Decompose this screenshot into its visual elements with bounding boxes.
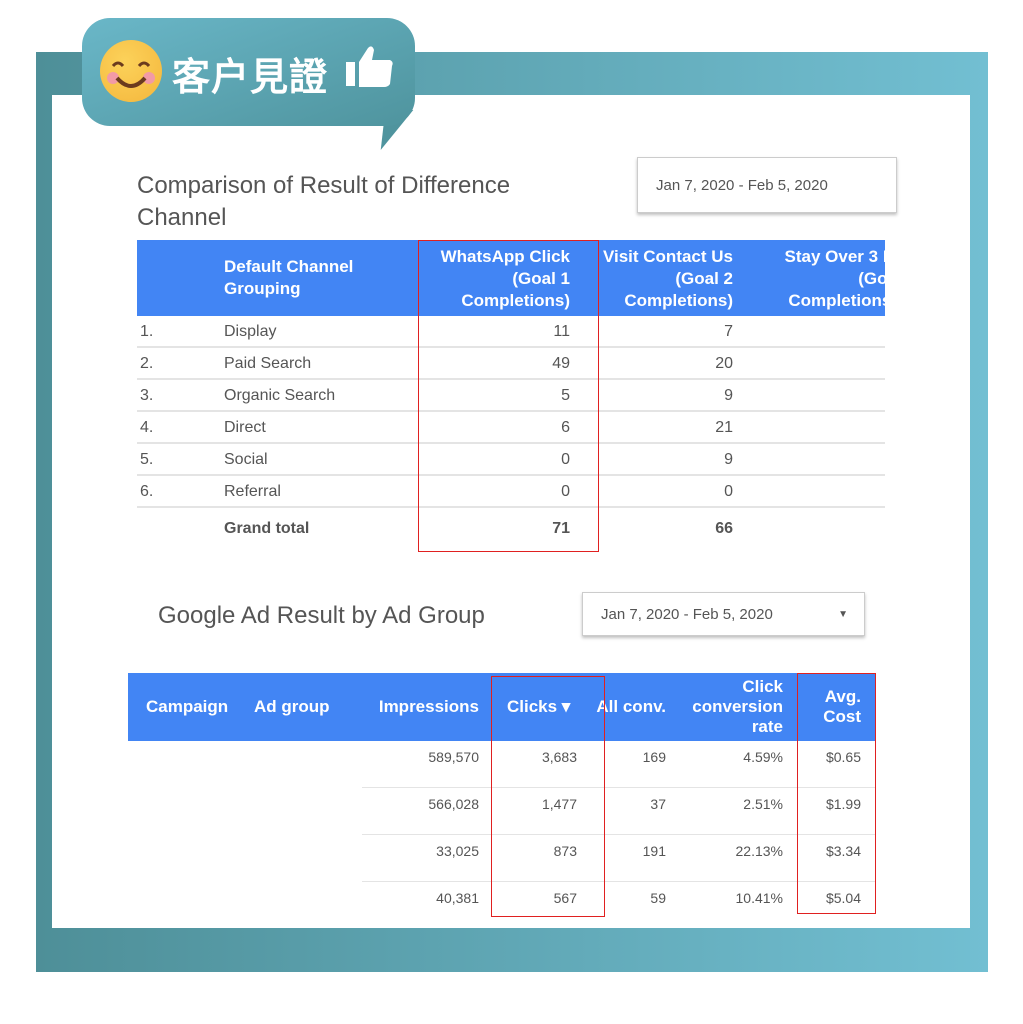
- impressions-value: 566,028: [428, 796, 479, 812]
- impressions-value: 33,025: [436, 843, 479, 859]
- goal2-value: 9: [724, 387, 733, 404]
- header-click-conversion-rate[interactable]: Click conversion rate: [683, 677, 783, 737]
- row-index: 5.: [140, 451, 154, 468]
- conversion-rate-value: 2.51%: [743, 796, 783, 812]
- smiley-icon: [100, 40, 162, 102]
- goal2-value: 7: [724, 323, 733, 340]
- highlight-box-goal1: [418, 240, 599, 552]
- channel-name: Referral: [224, 483, 281, 500]
- channel-name: Direct: [224, 419, 266, 436]
- row-index: 2.: [140, 355, 154, 372]
- conversion-rate-value: 10.41%: [735, 890, 783, 906]
- table2-date-range-dropdown[interactable]: Jan 7, 2020 - Feb 5, 2020 ▼: [582, 592, 865, 636]
- conversion-rate-value: 4.59%: [743, 749, 783, 765]
- header-campaign[interactable]: Campaign: [146, 697, 228, 717]
- table1-date-range-picker[interactable]: Jan 7, 2020 - Feb 5, 2020: [637, 157, 897, 213]
- channel-name: Paid Search: [224, 355, 312, 372]
- goal2-total: 66: [715, 520, 733, 537]
- date-range-text: Jan 7, 2020 - Feb 5, 2020: [656, 176, 828, 194]
- conversion-rate-value: 22.13%: [735, 843, 783, 859]
- goal2-value: 20: [715, 355, 733, 372]
- row-index: 1.: [140, 323, 154, 340]
- date-range-text: Jan 7, 2020 - Feb 5, 2020: [601, 605, 773, 623]
- highlight-box-clicks: [491, 676, 605, 917]
- thumbs-up-icon: [346, 44, 396, 98]
- header-goal3[interactable]: Stay Over 3 M (Goa Completions): [757, 246, 885, 312]
- goal2-value: 9: [724, 451, 733, 468]
- table2-title: Google Ad Result by Ad Group: [158, 602, 485, 629]
- impressions-value: 40,381: [436, 890, 479, 906]
- channel-name: Social: [224, 451, 268, 468]
- dropdown-arrow-icon: ▼: [838, 608, 848, 620]
- goal2-value: 0: [724, 483, 733, 500]
- row-index: 4.: [140, 419, 154, 436]
- goal3-total: 4: [757, 520, 885, 538]
- header-ad-group[interactable]: Ad group: [254, 697, 330, 717]
- row-index: 3.: [140, 387, 154, 404]
- row-index: 6.: [140, 483, 154, 500]
- channel-name: Organic Search: [224, 387, 336, 404]
- impressions-value: 589,570: [428, 749, 479, 765]
- goal3-value: 2: [757, 323, 885, 341]
- table1-title: Comparison of Result of Difference Chann…: [137, 172, 511, 231]
- header-channel-grouping[interactable]: Default Channel Grouping: [224, 256, 394, 300]
- banner-title: 客户見證: [172, 55, 329, 99]
- goal3-value: 1: [757, 355, 885, 373]
- header-impressions[interactable]: Impressions: [358, 697, 479, 717]
- grand-total-label: Grand total: [224, 520, 310, 537]
- goal2-value: 21: [715, 419, 733, 436]
- highlight-box-avg-cost: [797, 673, 876, 914]
- channel-name: Display: [224, 323, 277, 340]
- header-goal2[interactable]: Visit Contact Us (Goal 2 Completions): [590, 246, 733, 312]
